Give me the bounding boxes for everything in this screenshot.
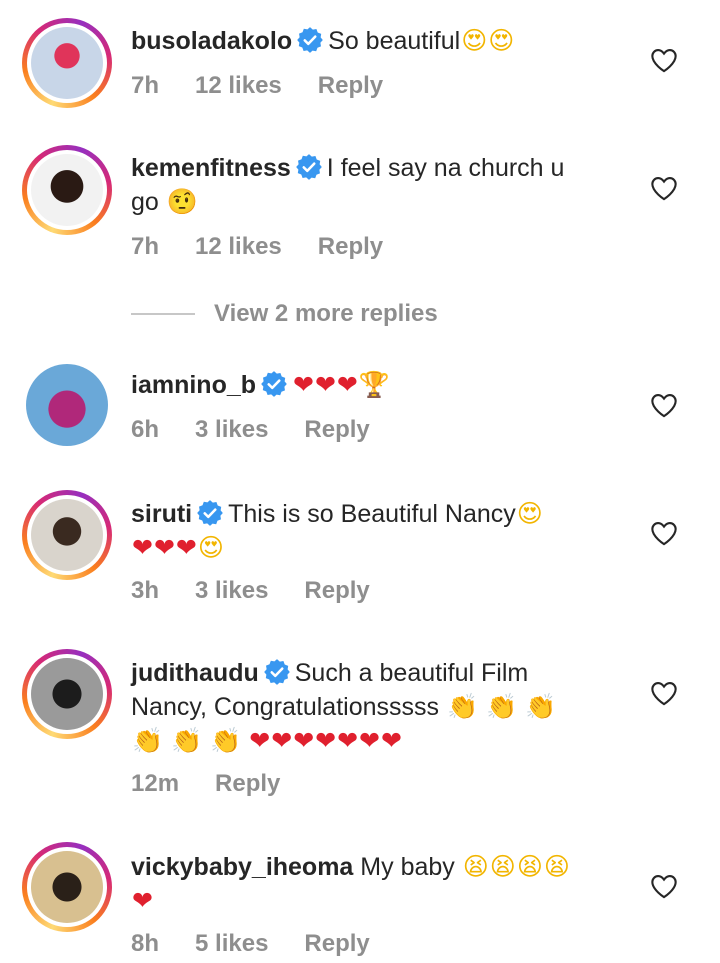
- avatar: [31, 851, 103, 923]
- red-heart-emoji: ❤: [153, 533, 175, 562]
- timestamp: 7h: [131, 72, 160, 99]
- comment-text: kemenfitness I feel say na church u go 🤨: [131, 152, 631, 219]
- comment-body-text: This is so Beautiful Nancy: [228, 500, 516, 528]
- username[interactable]: siruti: [131, 500, 192, 528]
- heart-outline-icon[interactable]: [650, 520, 678, 546]
- reply-button[interactable]: Reply: [318, 72, 383, 100]
- timestamp: 6h: [131, 416, 160, 443]
- red-heart-emoji: ❤: [314, 370, 336, 399]
- red-heart-emoji: ❤: [175, 533, 197, 562]
- reply-button[interactable]: Reply: [318, 233, 383, 261]
- heart-eyes-emoji: 😍: [488, 26, 515, 55]
- red-heart-emoji: ❤: [337, 726, 359, 755]
- red-heart-emoji: ❤: [336, 370, 358, 399]
- view-more-replies-label[interactable]: View 2 more replies: [214, 300, 438, 328]
- verified-badge-icon: [295, 154, 322, 180]
- comment-body-text: My baby: [360, 853, 455, 881]
- username[interactable]: busoladakolo: [131, 27, 292, 55]
- username[interactable]: kemenfitness: [131, 154, 291, 182]
- avatar-story-ring[interactable]: [22, 842, 112, 932]
- verified-badge-icon: [297, 27, 323, 53]
- likes-count[interactable]: 3 likes: [195, 577, 268, 605]
- heart-outline-icon[interactable]: [650, 392, 678, 418]
- clapping-hands-emoji: 👏: [525, 692, 557, 721]
- comment-meta: 6h 3 likes Reply: [131, 416, 406, 444]
- red-heart-emoji: ❤: [249, 726, 271, 755]
- heart-outline-icon[interactable]: [650, 47, 678, 73]
- trophy-emoji: 🏆: [358, 370, 391, 399]
- timestamp: 12m: [131, 770, 180, 797]
- heart-outline-icon[interactable]: [650, 680, 678, 706]
- comment-body-text-line2: Nancy, Congratulationsssss: [131, 693, 440, 721]
- avatar: [31, 499, 103, 571]
- avatar: [31, 154, 103, 226]
- avatar: [31, 658, 103, 730]
- view-more-replies[interactable]: View 2 more replies: [131, 298, 438, 330]
- comment-meta: 8h 5 likes Reply: [131, 930, 406, 958]
- avatar-story-ring[interactable]: [22, 18, 112, 108]
- heart-eyes-emoji: 😍: [461, 26, 488, 55]
- red-heart-emoji: ❤: [132, 886, 153, 915]
- tired-face-emoji: 😫: [516, 852, 543, 881]
- avatar-story-ring[interactable]: [22, 145, 112, 235]
- likes-count[interactable]: 5 likes: [195, 930, 268, 958]
- heart-outline-icon[interactable]: [650, 175, 678, 201]
- comment-text: busoladakolo So beautiful😍😍: [131, 24, 631, 58]
- comment-text: vickybaby_iheoma My baby 😫😫😫😫 ❤: [131, 850, 631, 918]
- heart-outline-icon[interactable]: [650, 873, 678, 899]
- verified-badge-icon: [261, 371, 287, 397]
- comment-meta: 12m Reply: [131, 770, 316, 798]
- timestamp: 7h: [131, 233, 160, 260]
- comment-body-text: I feel say na church u: [326, 154, 565, 182]
- clapping-hands-emoji: 👏: [210, 726, 242, 755]
- reply-button[interactable]: Reply: [304, 577, 369, 605]
- avatar-story-ring[interactable]: [22, 649, 112, 739]
- heart-eyes-emoji: 😍: [516, 499, 543, 528]
- likes-count[interactable]: 12 likes: [195, 233, 282, 261]
- comment-meta: 3h 3 likes Reply: [131, 577, 406, 605]
- red-heart-emoji: ❤: [315, 726, 337, 755]
- red-heart-emoji: ❤: [293, 726, 315, 755]
- clapping-hands-emoji: 👏: [171, 726, 203, 755]
- comment-meta: 7h 12 likes Reply: [131, 72, 419, 100]
- red-heart-emoji: ❤: [359, 726, 380, 755]
- timestamp: 8h: [131, 930, 160, 957]
- comment-meta: 7h 12 likes Reply: [131, 233, 419, 261]
- likes-count[interactable]: 3 likes: [195, 416, 268, 444]
- red-heart-emoji: ❤: [293, 370, 314, 399]
- comment-text: judithaudu Such a beautiful Film Nancy, Co…: [131, 657, 631, 758]
- comment-body-text: Such a beautiful Film: [294, 659, 529, 687]
- comment-body-text: So beautiful: [328, 27, 461, 55]
- comment-text: iamnino_b ❤❤❤🏆: [131, 368, 631, 402]
- reply-button[interactable]: Reply: [304, 416, 369, 444]
- raised-eyebrow-emoji: 🤨: [166, 187, 198, 216]
- timestamp: 3h: [131, 577, 160, 604]
- red-heart-emoji: ❤: [132, 533, 153, 562]
- tired-face-emoji: 😫: [489, 852, 516, 881]
- red-heart-emoji: ❤: [381, 726, 402, 755]
- tired-face-emoji: 😫: [462, 852, 489, 881]
- clapping-hands-emoji: 👏: [446, 692, 479, 721]
- red-heart-emoji: ❤: [271, 726, 293, 755]
- avatar: [31, 27, 103, 99]
- username[interactable]: iamnino_b: [131, 371, 256, 399]
- divider-line: [131, 313, 195, 315]
- clapping-hands-emoji: 👏: [132, 726, 164, 755]
- username[interactable]: judithaudu: [131, 659, 259, 687]
- likes-count[interactable]: 12 likes: [195, 72, 282, 100]
- avatar-story-ring[interactable]: [22, 490, 112, 580]
- heart-eyes-emoji: 😍: [197, 533, 224, 562]
- reply-button[interactable]: Reply: [215, 770, 280, 798]
- clapping-hands-emoji: 👏: [486, 692, 518, 721]
- comment-body-text-line2: go: [131, 188, 159, 216]
- username[interactable]: vickybaby_iheoma: [131, 853, 353, 881]
- avatar[interactable]: [26, 364, 108, 446]
- reply-button[interactable]: Reply: [304, 930, 369, 958]
- verified-badge-icon: [197, 500, 223, 526]
- verified-badge-icon: [263, 659, 290, 685]
- tired-face-emoji: 😫: [543, 852, 570, 881]
- avatar-image: [26, 364, 108, 446]
- comment-text: siruti This is so Beautiful Nancy😍 ❤❤❤😍: [131, 497, 631, 565]
